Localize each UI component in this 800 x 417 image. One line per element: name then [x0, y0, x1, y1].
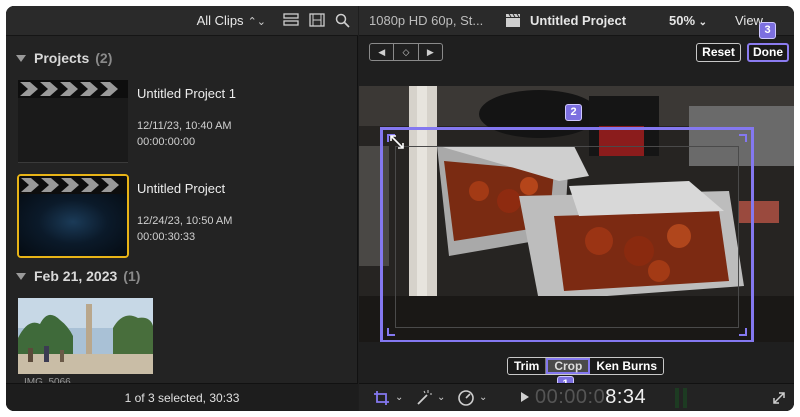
project-preview-image [19, 194, 127, 256]
clips-filter-label: All Clips [196, 13, 244, 28]
add-keyframe-icon[interactable]: ◇ [394, 44, 419, 60]
crop-tool-icon[interactable] [373, 390, 391, 406]
timecode-bright: 8:34 [605, 386, 647, 408]
project-title: Untitled Project [137, 181, 226, 196]
project-date: 12/24/23, 10:50 AM [137, 215, 233, 227]
project-thumbnail[interactable] [18, 80, 128, 162]
date-section-title: Feb 21, 2023 [34, 268, 118, 284]
date-section-count: (1) [123, 268, 141, 284]
project-title: Untitled Project 1 [137, 86, 236, 101]
timecode-dim: 00:00:0 [535, 386, 606, 408]
browser-status: 1 of 3 selected, 30:33 [6, 383, 358, 411]
project-meta: 12/24/23, 10:50 AM 00:00:30:33 [137, 213, 232, 245]
chevron-down-icon: ⌄ [698, 17, 708, 28]
magic-wand-icon[interactable] [415, 389, 433, 407]
audio-meter-right [683, 388, 687, 408]
project-date: 12/11/23, 10:40 AM [137, 120, 232, 132]
browser-toolbar: All Clips ⌃⌄ [6, 6, 358, 36]
divider [18, 162, 128, 163]
chevron-updown-icon: ⌃⌄ [247, 16, 266, 28]
clip-thumbnail[interactable] [18, 298, 153, 374]
zoom-value: 50% [669, 13, 696, 28]
chevron-down-icon[interactable]: ⌄ [479, 392, 487, 403]
viewer-toolbar: 1080p HD 60p, St... Untitled Project 50%… [359, 6, 794, 36]
speed-gauge-icon[interactable] [457, 389, 475, 407]
zoom-dropdown[interactable]: 50% ⌄ [669, 13, 707, 28]
step-badge-crop-frame: 2 [565, 104, 582, 121]
reset-button[interactable]: Reset [696, 43, 741, 62]
clapperboard-icon [506, 13, 520, 27]
keyframe-nav: ◀ ◇ ▶ [369, 43, 443, 61]
trim-mode-button[interactable]: Trim [508, 358, 547, 374]
final-cut-window: All Clips ⌃⌄ Projects (2) Untitled Proje… [6, 6, 794, 411]
project-title-viewer: Untitled Project [530, 13, 627, 28]
crop-handle-bl[interactable] [387, 328, 395, 336]
date-section-header[interactable]: Feb 21, 2023 (1) [16, 268, 140, 284]
ken-burns-mode-button[interactable]: Ken Burns [590, 358, 664, 374]
done-button[interactable]: Done [747, 43, 789, 62]
search-icon[interactable] [334, 12, 352, 28]
crop-frame[interactable] [380, 127, 754, 342]
clips-filter-dropdown[interactable]: All Clips ⌃⌄ [197, 13, 266, 28]
filmstrip-list-icon[interactable] [282, 12, 300, 28]
next-keyframe-icon[interactable]: ▶ [419, 44, 442, 60]
transform-mode-bar: Trim Crop Ken Burns [507, 357, 665, 375]
fullscreen-icon[interactable] [771, 390, 787, 406]
previous-keyframe-icon[interactable]: ◀ [370, 44, 395, 60]
disclosure-triangle-icon[interactable] [16, 55, 26, 62]
crop-handle-br[interactable] [739, 328, 747, 336]
project-duration: 00:00:30:33 [137, 231, 196, 243]
project-meta: 12/11/23, 10:40 AM 00:00:00:00 [137, 118, 232, 150]
project-thumbnail-selected[interactable] [17, 174, 129, 258]
chevron-down-icon[interactable]: ⌄ [437, 392, 445, 403]
crop-mode-button[interactable]: Crop [546, 358, 591, 374]
crop-handle-tr[interactable] [739, 134, 747, 142]
timecode-display: 00:00:08:34 [535, 386, 646, 409]
disclosure-triangle-icon[interactable] [16, 273, 26, 280]
format-label[interactable]: 1080p HD 60p, St... [369, 13, 483, 28]
viewer-pane: 1080p HD 60p, St... Untitled Project 50%… [359, 6, 794, 411]
clapperboard-icon [18, 80, 128, 98]
filmstrip-icon[interactable] [308, 12, 326, 28]
resize-arrows-icon[interactable] [388, 133, 406, 151]
project-duration: 00:00:00:00 [137, 136, 196, 148]
projects-section-header[interactable]: Projects (2) [16, 50, 112, 66]
projects-section-title: Projects [34, 50, 90, 66]
audio-meter-left [675, 388, 679, 408]
projects-count: (2) [95, 50, 113, 66]
crop-guide [395, 146, 739, 328]
chevron-down-icon[interactable]: ⌄ [395, 392, 403, 403]
play-icon[interactable] [521, 392, 529, 402]
video-canvas[interactable] [359, 86, 794, 342]
step-badge-done: 3 [759, 22, 776, 39]
clapperboard-icon [19, 176, 127, 194]
viewer-bottom-bar: ⌄ ⌄ ⌄ 00:00:08:34 [359, 383, 794, 411]
browser-pane: All Clips ⌃⌄ Projects (2) Untitled Proje… [6, 6, 358, 411]
